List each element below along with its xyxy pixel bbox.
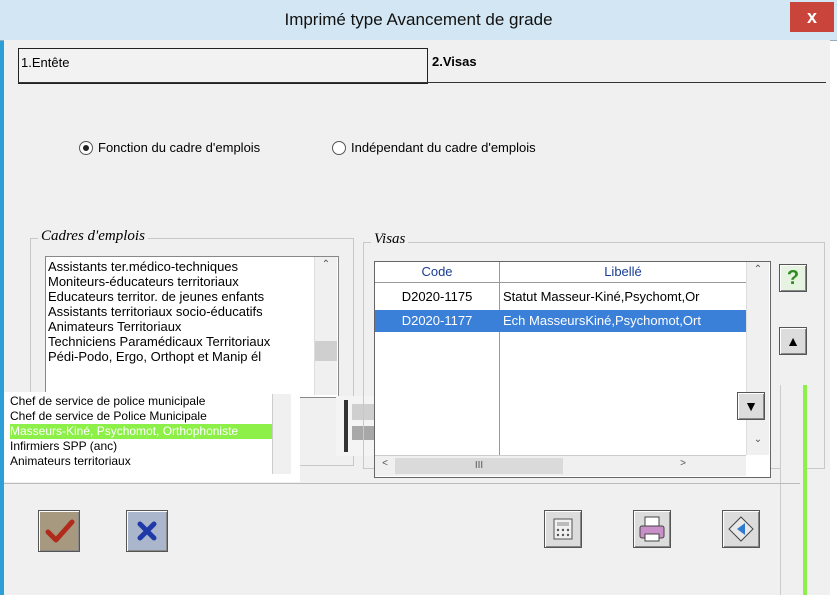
list-item[interactable]: Techniciens Paramédicaux Territoriaux	[48, 334, 312, 349]
scroll-up-icon[interactable]: ⌃	[315, 259, 337, 275]
print-button[interactable]	[633, 510, 671, 548]
radio-fonction[interactable]	[79, 141, 93, 155]
scroll-left-icon[interactable]: <	[377, 458, 393, 474]
cadres-scrollbar[interactable]: ⌃	[314, 257, 337, 395]
radio-independant[interactable]	[332, 141, 346, 155]
move-up-button[interactable]: ▲	[779, 327, 807, 355]
scroll-down-icon[interactable]: ⌄	[747, 434, 769, 450]
scroll-up-icon[interactable]: ⌃	[747, 264, 769, 280]
cadres-list[interactable]: Assistants ter.médico-techniques Moniteu…	[45, 256, 339, 398]
visas-vscrollbar[interactable]: ⌃ ⌄	[746, 262, 769, 455]
cell-libelle: Statut Masseur-Kiné,Psychomt,Or	[503, 289, 700, 304]
calculator-icon	[553, 518, 573, 540]
visas-grid[interactable]: Code Libellé D2020-1175 Statut Masseur-K…	[374, 261, 771, 478]
cancel-button[interactable]	[126, 510, 168, 552]
dropdown-overlay: Chef de service de police municipale Che…	[4, 392, 300, 482]
tab-visas[interactable]: 2.Visas	[430, 48, 820, 82]
cell-code: D2020-1177	[401, 313, 473, 328]
tab-divider	[18, 82, 826, 83]
scroll-right-icon[interactable]: >	[675, 458, 691, 474]
list-item[interactable]: Chef de service de Police Municipale	[10, 409, 272, 424]
list-item[interactable]: Moniteurs-éducateurs territoriaux	[48, 274, 312, 289]
scroll-thumb[interactable]	[315, 341, 337, 361]
list-item[interactable]: Animateurs territoriaux	[10, 454, 272, 469]
footer-divider	[4, 483, 800, 484]
move-down-button[interactable]: ▼	[737, 392, 765, 420]
table-row-selected[interactable]: D2020-1177 Ech MasseursKiné,Psychomot,Or…	[375, 310, 746, 332]
tab-label: 2.Visas	[432, 54, 477, 69]
list-item-highlighted[interactable]: Masseurs-Kiné, Psychomot, Orthophoniste	[10, 424, 272, 439]
window-title: Imprimé type Avancement de grade	[284, 10, 553, 29]
validate-button[interactable]	[38, 510, 80, 552]
visas-hscrollbar[interactable]: < III >	[375, 455, 746, 476]
calculator-button[interactable]	[544, 510, 582, 548]
close-button[interactable]: x	[790, 2, 834, 32]
arrow-down-icon: ▼	[744, 398, 758, 414]
radio-label-fonction: Fonction du cadre d'emplois	[98, 140, 261, 155]
cross-icon	[137, 521, 157, 541]
table-row[interactable]: D2020-1175 Statut Masseur-Kiné,Psychomt,…	[375, 287, 746, 307]
list-item[interactable]: Animateurs Territoriaux	[48, 319, 312, 334]
list-item[interactable]: Assistants ter.médico-techniques	[48, 259, 312, 274]
overlay-scrollbar[interactable]	[272, 394, 291, 474]
visas-legend: Visas	[371, 231, 409, 248]
list-item[interactable]: Infirmiers SPP (anc)	[10, 439, 272, 454]
list-item[interactable]: Assistants territoriaux socio-éducatifs	[48, 304, 312, 319]
back-button[interactable]	[722, 510, 760, 548]
cell-libelle: Ech MasseursKiné,Psychomot,Ort	[503, 313, 701, 328]
tab-entete[interactable]: 1.Entête	[18, 48, 428, 84]
tab-label: 1.Entête	[21, 55, 70, 70]
arrow-up-icon: ▲	[786, 333, 800, 349]
help-icon: ?	[786, 267, 800, 289]
list-item[interactable]: Educateurs territor. de jeunes enfants	[48, 289, 312, 304]
return-icon	[728, 516, 754, 542]
column-header-libelle[interactable]: Libellé	[500, 262, 746, 283]
cadres-legend: Cadres d'emplois	[38, 228, 148, 245]
checkmark-icon	[45, 519, 75, 543]
side-panel-artifact	[780, 385, 807, 595]
column-header-code[interactable]: Code	[375, 262, 500, 283]
list-item[interactable]: Pédi-Podo, Ergo, Orthopt et Manip él	[48, 349, 312, 364]
radio-label-independant: Indépendant du cadre d'emplois	[351, 140, 536, 155]
help-button[interactable]: ?	[779, 264, 807, 292]
cell-code: D2020-1175	[401, 289, 473, 304]
printer-icon	[639, 516, 665, 542]
hscroll-thumb[interactable]: III	[395, 458, 563, 474]
list-item[interactable]: Chef de service de police municipale	[10, 394, 272, 409]
